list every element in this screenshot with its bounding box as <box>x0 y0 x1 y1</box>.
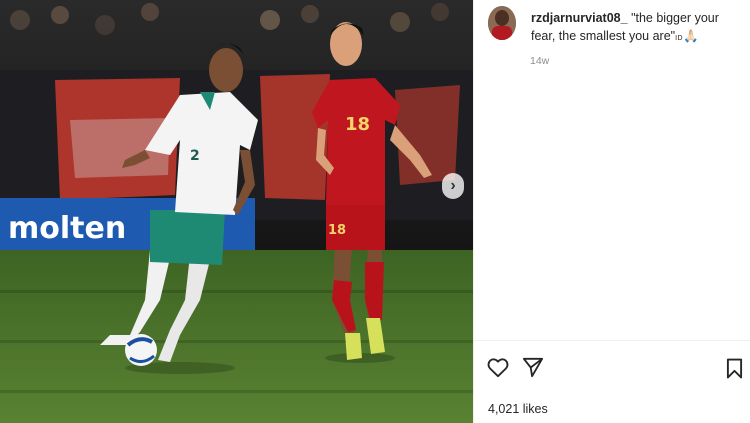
post-photo[interactable]: molten 2 18 18 › <box>0 0 473 423</box>
caption-text: rzdjarnurviat08_ "the bigger your fear, … <box>531 9 746 48</box>
avatar[interactable] <box>488 6 516 40</box>
flag-badge: ID <box>675 35 684 42</box>
chevron-right-icon: › <box>450 177 456 194</box>
shorts-number-right: 18 <box>328 223 346 238</box>
sponsor-text: molten <box>8 211 126 246</box>
jersey-number-right: 18 <box>345 114 370 135</box>
soccer-ball <box>125 334 157 366</box>
praying-hands-icon: 🙏🏻 <box>683 29 699 43</box>
username-link[interactable]: rzdjarnurviat08_ <box>531 11 628 25</box>
jersey-number-left: 2 <box>190 148 200 164</box>
football-match-image: molten 2 18 18 <box>0 0 473 423</box>
pitch <box>0 250 473 423</box>
bookmark-icon[interactable] <box>726 358 743 384</box>
divider <box>474 340 750 341</box>
post-timestamp[interactable]: 14w <box>530 55 549 67</box>
send-icon[interactable] <box>522 357 544 383</box>
next-image-button[interactable]: › <box>442 173 464 199</box>
heart-icon[interactable] <box>487 357 509 383</box>
post-sidebar: rzdjarnurviat08_ "the bigger your fear, … <box>473 0 750 423</box>
teal-shorts <box>150 210 225 265</box>
action-bar <box>474 355 750 383</box>
likes-count[interactable]: 4,021 likes <box>488 402 548 416</box>
profile-photo <box>488 6 516 40</box>
